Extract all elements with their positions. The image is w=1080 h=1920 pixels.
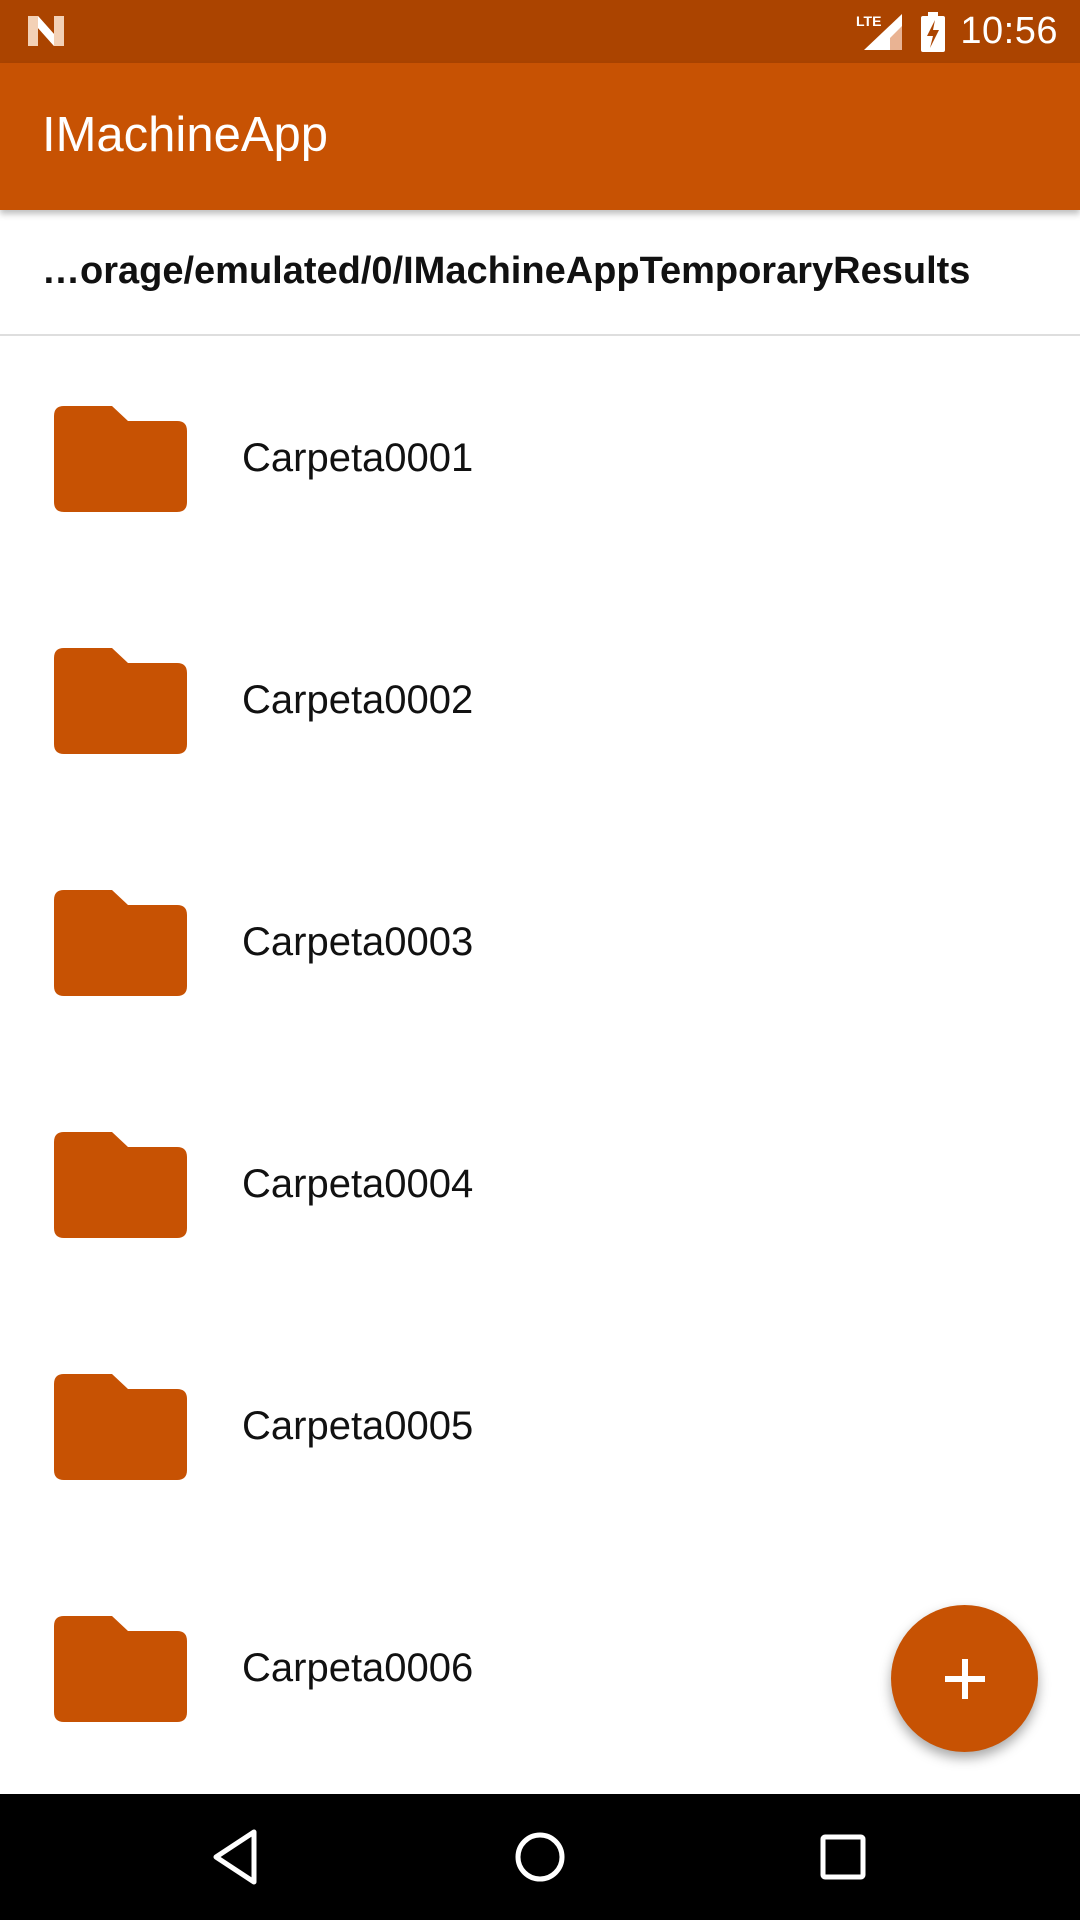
list-item[interactable]: Carpeta0005: [0, 1304, 1080, 1546]
app-bar: IMachineApp: [0, 63, 1080, 210]
folder-list: Carpeta0001 Carpeta0002 Carpeta0003 Carp…: [0, 336, 1080, 1788]
add-folder-button[interactable]: [891, 1605, 1038, 1752]
app-title: IMachineApp: [42, 108, 329, 162]
notification-n-icon: [28, 16, 64, 46]
list-item[interactable]: Carpeta0004: [0, 1062, 1080, 1304]
network-type-label: LTE: [856, 13, 881, 29]
status-icons: LTE 10:56: [854, 0, 1058, 63]
folder-label: Carpeta0001: [242, 436, 474, 480]
signal-icon: LTE: [856, 13, 903, 50]
list-item[interactable]: Carpeta0003: [0, 820, 1080, 1062]
folder-icon: [54, 1374, 187, 1480]
current-path[interactable]: …orage/emulated/0/IMachineAppTemporaryRe…: [42, 250, 970, 293]
folder-icon: [54, 890, 187, 996]
folder-label: Carpeta0004: [242, 1162, 474, 1206]
breadcrumb: …orage/emulated/0/IMachineAppTemporaryRe…: [0, 210, 1080, 336]
folder-label: Carpeta0002: [242, 678, 474, 722]
home-icon[interactable]: [507, 1824, 573, 1890]
folder-icon: [54, 648, 187, 754]
folder-icon: [54, 1616, 187, 1722]
folder-icon: [54, 406, 187, 512]
recents-icon[interactable]: [810, 1824, 876, 1890]
list-item[interactable]: Carpeta0002: [0, 578, 1080, 820]
folder-icon: [54, 1132, 187, 1238]
plus-icon: [944, 1658, 985, 1699]
back-icon[interactable]: [204, 1824, 270, 1890]
folder-label: Carpeta0005: [242, 1404, 474, 1448]
system-nav-bar: [0, 1794, 1080, 1920]
status-bar: LTE 10:56: [0, 0, 1080, 63]
status-time: 10:56: [960, 10, 1058, 52]
list-item[interactable]: Carpeta0001: [0, 336, 1080, 578]
battery-charging-icon: [921, 11, 946, 52]
folder-label: Carpeta0003: [242, 920, 474, 964]
folder-label: Carpeta0006: [242, 1646, 474, 1690]
